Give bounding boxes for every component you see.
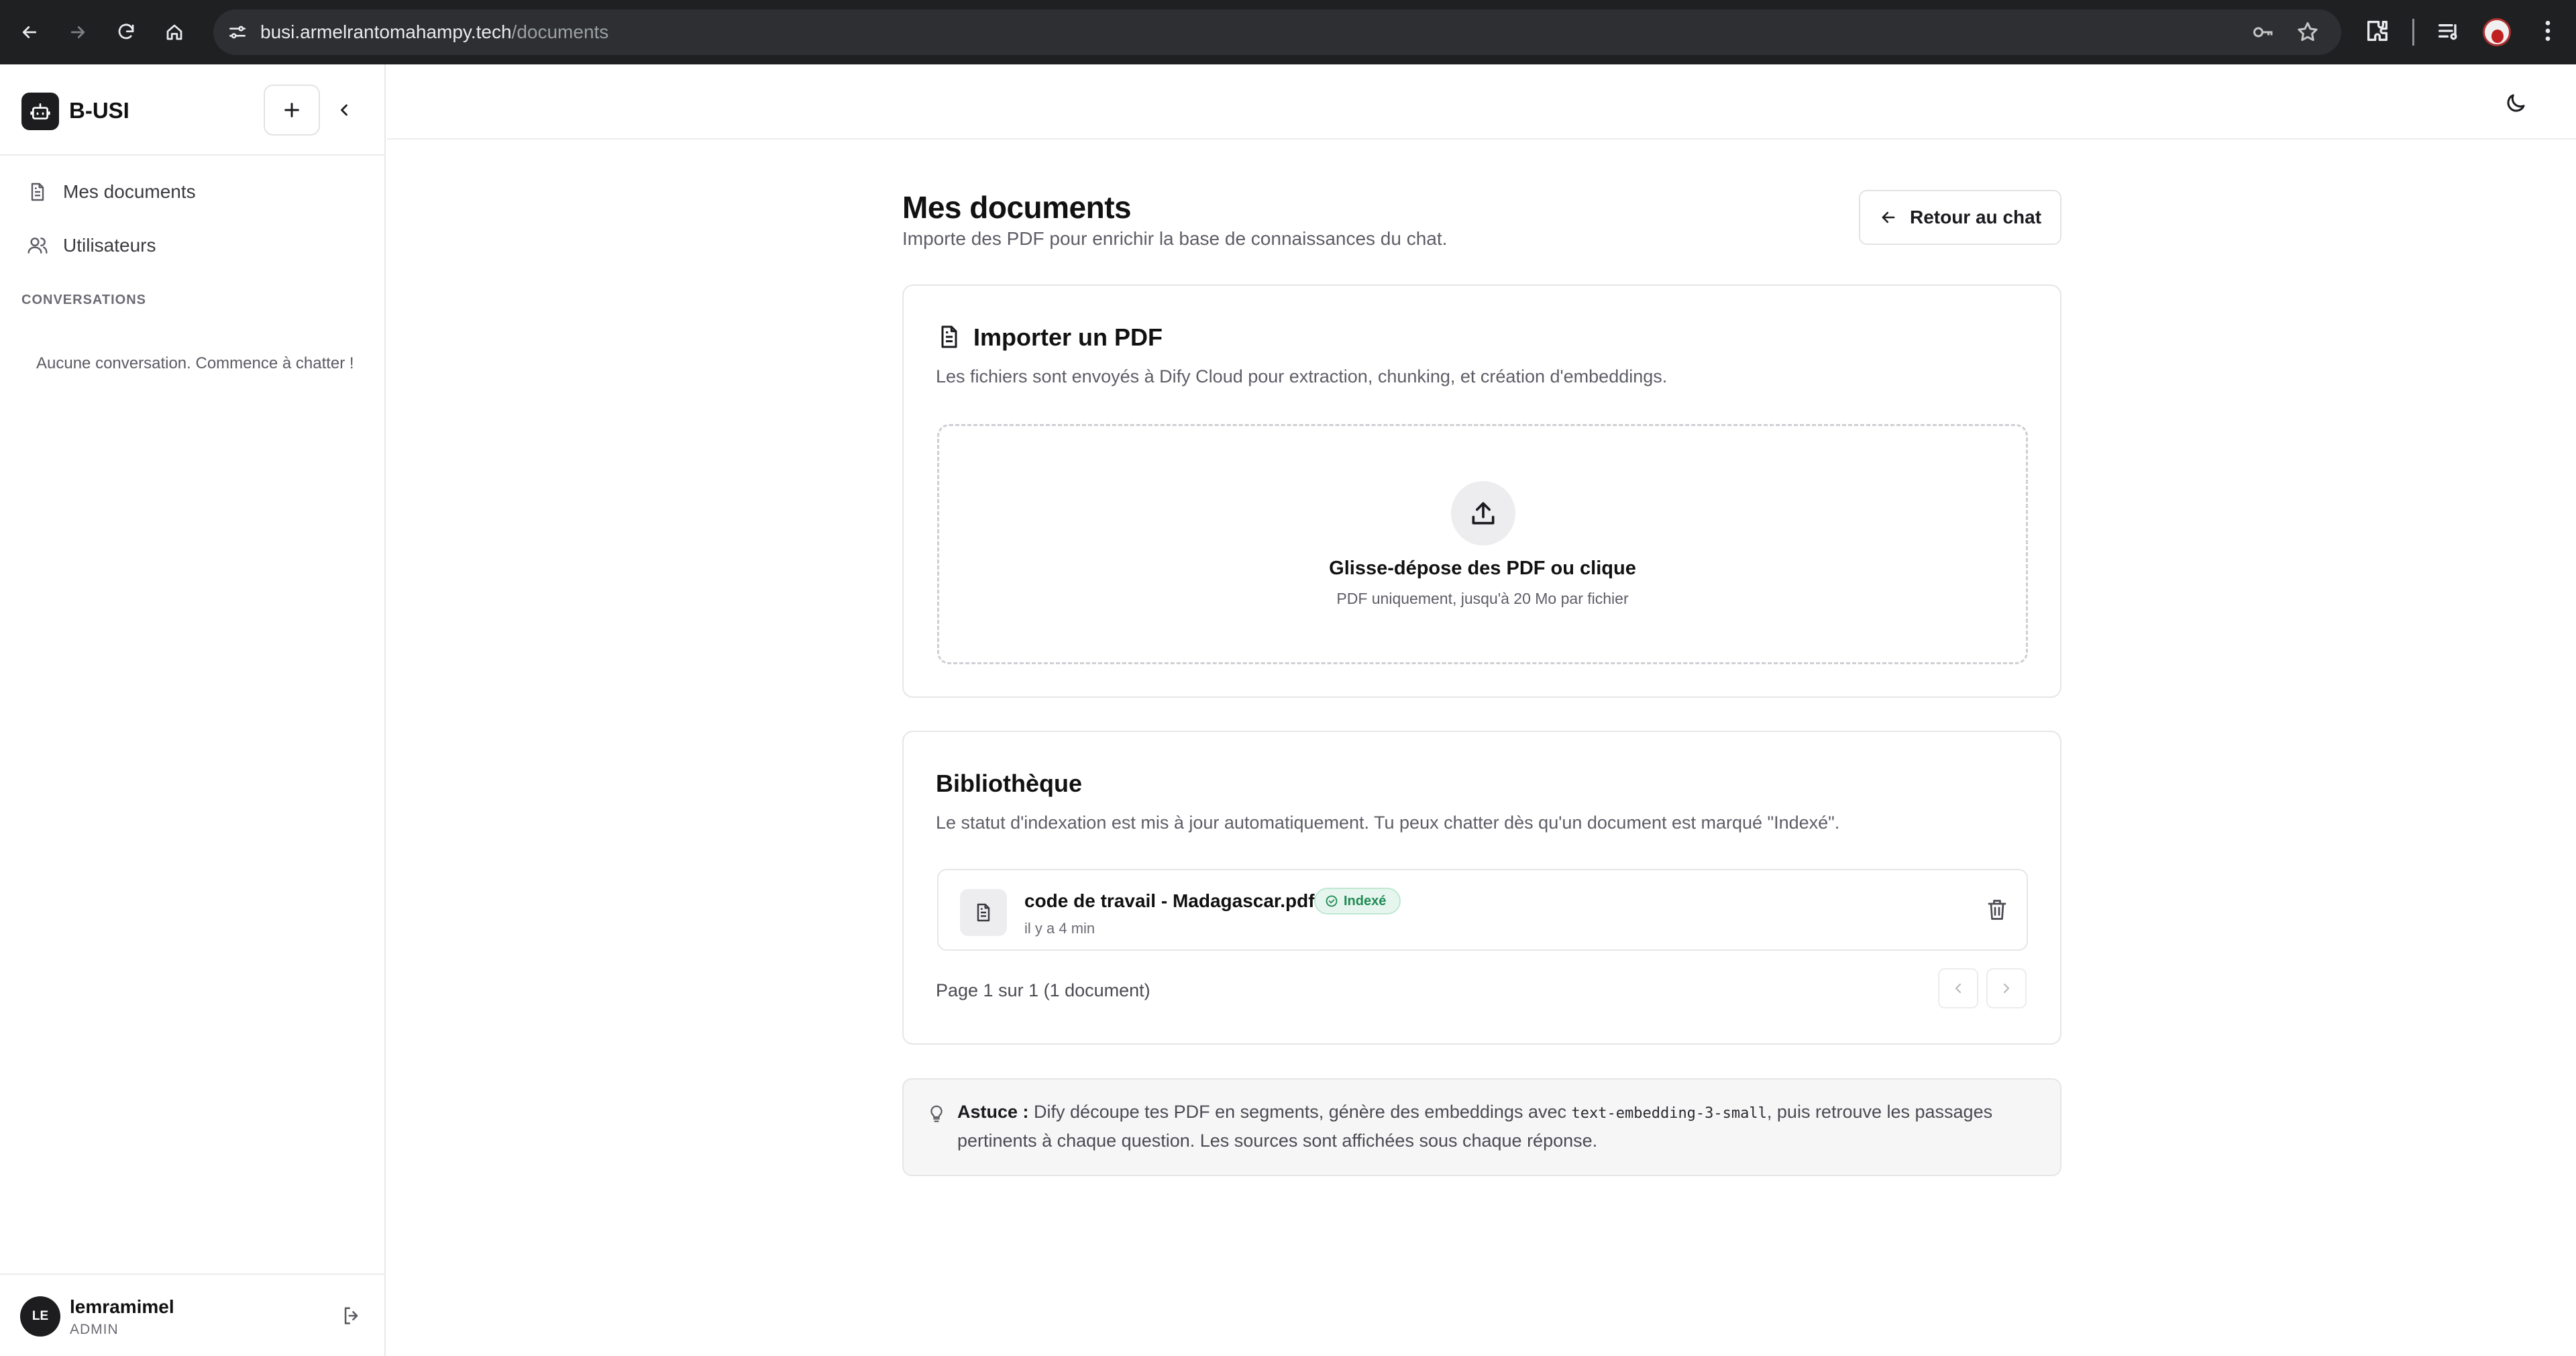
site-settings-icon[interactable] <box>227 21 248 43</box>
library-card-title: Bibliothèque <box>936 770 1082 797</box>
media-controls-icon[interactable] <box>2435 17 2462 44</box>
chevron-right-icon <box>2003 983 2010 994</box>
sidebar-item-documents[interactable]: Mes documents <box>21 172 364 212</box>
file-text-icon <box>31 182 44 201</box>
logout-icon[interactable] <box>341 1304 364 1327</box>
user-name: lemramimel <box>70 1296 174 1317</box>
tip-label: Astuce : <box>957 1102 1029 1122</box>
trash-icon[interactable] <box>1985 897 2009 923</box>
file-text-icon <box>941 325 957 348</box>
import-card: Importer un PDF Les fichiers sont envoyé… <box>902 284 2061 698</box>
dropzone-subtitle: PDF uniquement, jusqu'à 20 Mo par fichie… <box>1336 590 1629 607</box>
conversations-section-label: CONVERSATIONS <box>21 293 146 307</box>
chevron-left-icon <box>341 104 347 116</box>
sidebar: B-USI Mes documents Utilisateurs CONVERS… <box>0 64 386 1356</box>
password-key-icon[interactable] <box>2251 20 2275 44</box>
file-icon <box>960 889 1007 936</box>
chevron-left-icon <box>1955 983 1962 994</box>
back-to-chat-label: Retour au chat <box>1909 207 2042 227</box>
sidebar-item-label: Mes documents <box>63 181 196 202</box>
page-subtitle: Importe des PDF pour enrichir la base de… <box>902 228 1448 249</box>
url-text: busi.armelrantomahampy.tech/documents <box>260 21 608 43</box>
profile-avatar[interactable] <box>2483 18 2511 46</box>
file-name: code de travail - Madagascar.pdf <box>1024 890 1315 911</box>
plus-icon <box>284 103 299 117</box>
library-card-description: Le statut d'indexation est mis à jour au… <box>936 813 1840 833</box>
tip-box: Astuce : Dify découpe tes PDF en segment… <box>902 1078 2061 1176</box>
library-card: Bibliothèque Le statut d'indexation est … <box>902 731 2061 1045</box>
pdf-dropzone[interactable]: Glisse-dépose des PDF ou clique PDF uniq… <box>937 424 2028 664</box>
import-card-title: Importer un PDF <box>973 323 1163 351</box>
file-timestamp: il y a 4 min <box>1024 920 1095 937</box>
forward-arrow-icon[interactable] <box>62 16 94 48</box>
browser-menu-icon[interactable] <box>2534 17 2561 44</box>
user-role: ADMIN <box>70 1322 119 1337</box>
pagination-status: Page 1 sur 1 (1 document) <box>936 980 1150 1000</box>
arrow-left-icon <box>1882 211 1895 223</box>
collapse-sidebar-button[interactable] <box>332 94 356 126</box>
list-item[interactable]: code de travail - Madagascar.pdf Indexé … <box>937 869 2028 951</box>
empty-conversations-text: Aucune conversation. Commence à chatter … <box>36 354 354 372</box>
sidebar-item-label: Utilisateurs <box>63 235 156 256</box>
avatar: LE <box>20 1296 60 1337</box>
dropzone-title: Glisse-dépose des PDF ou clique <box>1329 558 1636 579</box>
check-circle-icon <box>1326 895 1338 907</box>
previous-page-button[interactable] <box>1938 968 1978 1008</box>
sidebar-item-users[interactable]: Utilisateurs <box>21 225 364 266</box>
url-host: busi.armelrantomahampy.tech <box>260 21 512 42</box>
users-icon <box>28 238 48 254</box>
browser-chrome: busi.armelrantomahampy.tech/documents <box>0 0 2576 64</box>
import-card-description: Les fichiers sont envoyés à Dify Cloud p… <box>936 366 1668 386</box>
bot-logo-icon <box>21 93 59 130</box>
new-conversation-button[interactable] <box>264 85 320 136</box>
tip-code: text-embedding-3-small <box>1571 1105 1767 1122</box>
back-arrow-icon[interactable] <box>13 16 46 48</box>
bookmark-star-icon[interactable] <box>2296 20 2320 44</box>
page-title: Mes documents <box>902 190 1132 225</box>
home-icon[interactable] <box>158 16 191 48</box>
reload-icon[interactable] <box>110 16 142 48</box>
upload-icon <box>1451 481 1515 545</box>
url-path: /documents <box>511 21 609 42</box>
sidebar-header: B-USI <box>0 64 384 156</box>
tip-text-before: Dify découpe tes PDF en segments, génère… <box>1028 1102 1572 1122</box>
brand-name: B-USI <box>69 98 129 123</box>
tip-text: Astuce : Dify découpe tes PDF en segment… <box>957 1098 2037 1154</box>
next-page-button[interactable] <box>1986 968 2027 1008</box>
status-badge-label: Indexé <box>1344 893 1387 908</box>
extensions-icon[interactable] <box>2364 17 2391 44</box>
user-footer: LE lemramimel ADMIN <box>0 1273 384 1356</box>
moon-icon[interactable] <box>2504 91 2528 115</box>
toolbar-divider <box>2412 19 2414 46</box>
top-bar <box>387 64 2576 140</box>
lightbulb-icon <box>930 1105 943 1123</box>
status-badge: Indexé <box>1314 888 1401 915</box>
back-to-chat-button[interactable]: Retour au chat <box>1859 190 2061 245</box>
address-bar[interactable]: busi.armelrantomahampy.tech/documents <box>213 9 2341 55</box>
